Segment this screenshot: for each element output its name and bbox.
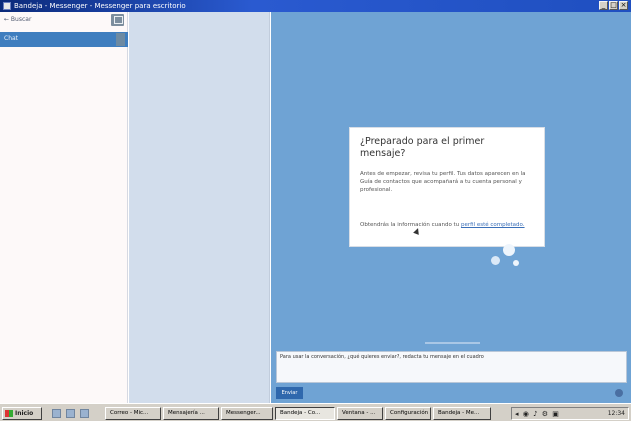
sidebar-search-label[interactable]: ← Buscar <box>4 16 31 23</box>
app-icon <box>3 2 11 10</box>
message-input-placeholder: Para usar la conversación, ¿qué quieres … <box>280 354 484 360</box>
taskbar-item[interactable]: Correo - Mic... <box>105 407 161 420</box>
welcome-footer: Obtendrás la información cuando tu perfi… <box>360 221 535 229</box>
taskbar-item[interactable]: Bandeja - Co... <box>275 407 335 420</box>
compose-icon[interactable] <box>111 14 124 26</box>
taskbar-item[interactable]: Bandeja - Me... <box>433 407 491 420</box>
reply-divider-bar <box>425 342 480 344</box>
tray-icons[interactable]: ◂ ◉ ♪ ⚙ ▣ <box>515 410 560 418</box>
main-panel: ¿Preparado para el primer mensaje? Antes… <box>271 12 631 403</box>
reply-actions: Enviar <box>276 387 627 400</box>
maximize-button[interactable]: □ <box>609 1 618 10</box>
send-button[interactable]: Enviar <box>276 387 303 399</box>
system-tray: ◂ ◉ ♪ ⚙ ▣ 12:34 <box>511 407 629 420</box>
quicklaunch-folder-icon[interactable] <box>80 409 89 418</box>
taskbar: Inicio Correo - Mic... Mensajería ... Me… <box>0 403 631 421</box>
welcome-heading: ¿Preparado para el primer mensaje? <box>360 136 485 159</box>
sidebar-search-row[interactable]: ← Buscar <box>0 14 128 28</box>
tray-clock[interactable]: 12:34 <box>608 410 625 418</box>
start-label: Inicio <box>15 410 34 417</box>
decor-bubble-icon <box>513 260 519 266</box>
taskbar-item[interactable]: Ventana - ... <box>337 407 383 420</box>
close-button[interactable]: × <box>619 1 628 10</box>
welcome-card: ¿Preparado para el primer mensaje? Antes… <box>349 127 545 247</box>
sidebar-item-label: Chat <box>4 35 19 42</box>
window-controls: _ □ × <box>599 1 628 11</box>
taskbar-item[interactable]: Mensajería ... <box>163 407 219 420</box>
profile-link[interactable]: perfil esté completado. <box>461 222 525 228</box>
sidebar-item-marker <box>116 33 125 46</box>
mouse-cursor-icon <box>413 227 421 235</box>
decor-bubble-icon <box>503 244 515 256</box>
window-title: Bandeja - Messenger - Messenger para esc… <box>14 2 186 10</box>
reply-divider <box>275 338 627 352</box>
windows-flag-icon <box>5 410 13 417</box>
attach-icon[interactable] <box>615 389 623 397</box>
sidebar-item-active[interactable]: Chat <box>0 32 128 47</box>
minimize-button[interactable]: _ <box>599 1 608 10</box>
conversation-list-pane[interactable] <box>129 12 270 403</box>
taskbar-item[interactable]: Messenger... <box>221 407 273 420</box>
message-input[interactable]: Para usar la conversación, ¿qué quieres … <box>276 351 627 383</box>
window-title-bar[interactable]: Bandeja - Messenger - Messenger para esc… <box>0 0 631 12</box>
welcome-footer-text: Obtendrás la información cuando tu <box>360 222 460 228</box>
sidebar: ← Buscar Chat <box>0 12 128 403</box>
quicklaunch-desktop-icon[interactable] <box>52 409 61 418</box>
decor-bubble-icon <box>491 256 500 265</box>
start-button[interactable]: Inicio <box>2 407 42 420</box>
welcome-body: Antes de empezar, revisa tu perfil. Tus … <box>360 171 526 193</box>
taskbar-item[interactable]: Configuración <box>385 407 431 420</box>
quicklaunch-browser-icon[interactable] <box>66 409 75 418</box>
